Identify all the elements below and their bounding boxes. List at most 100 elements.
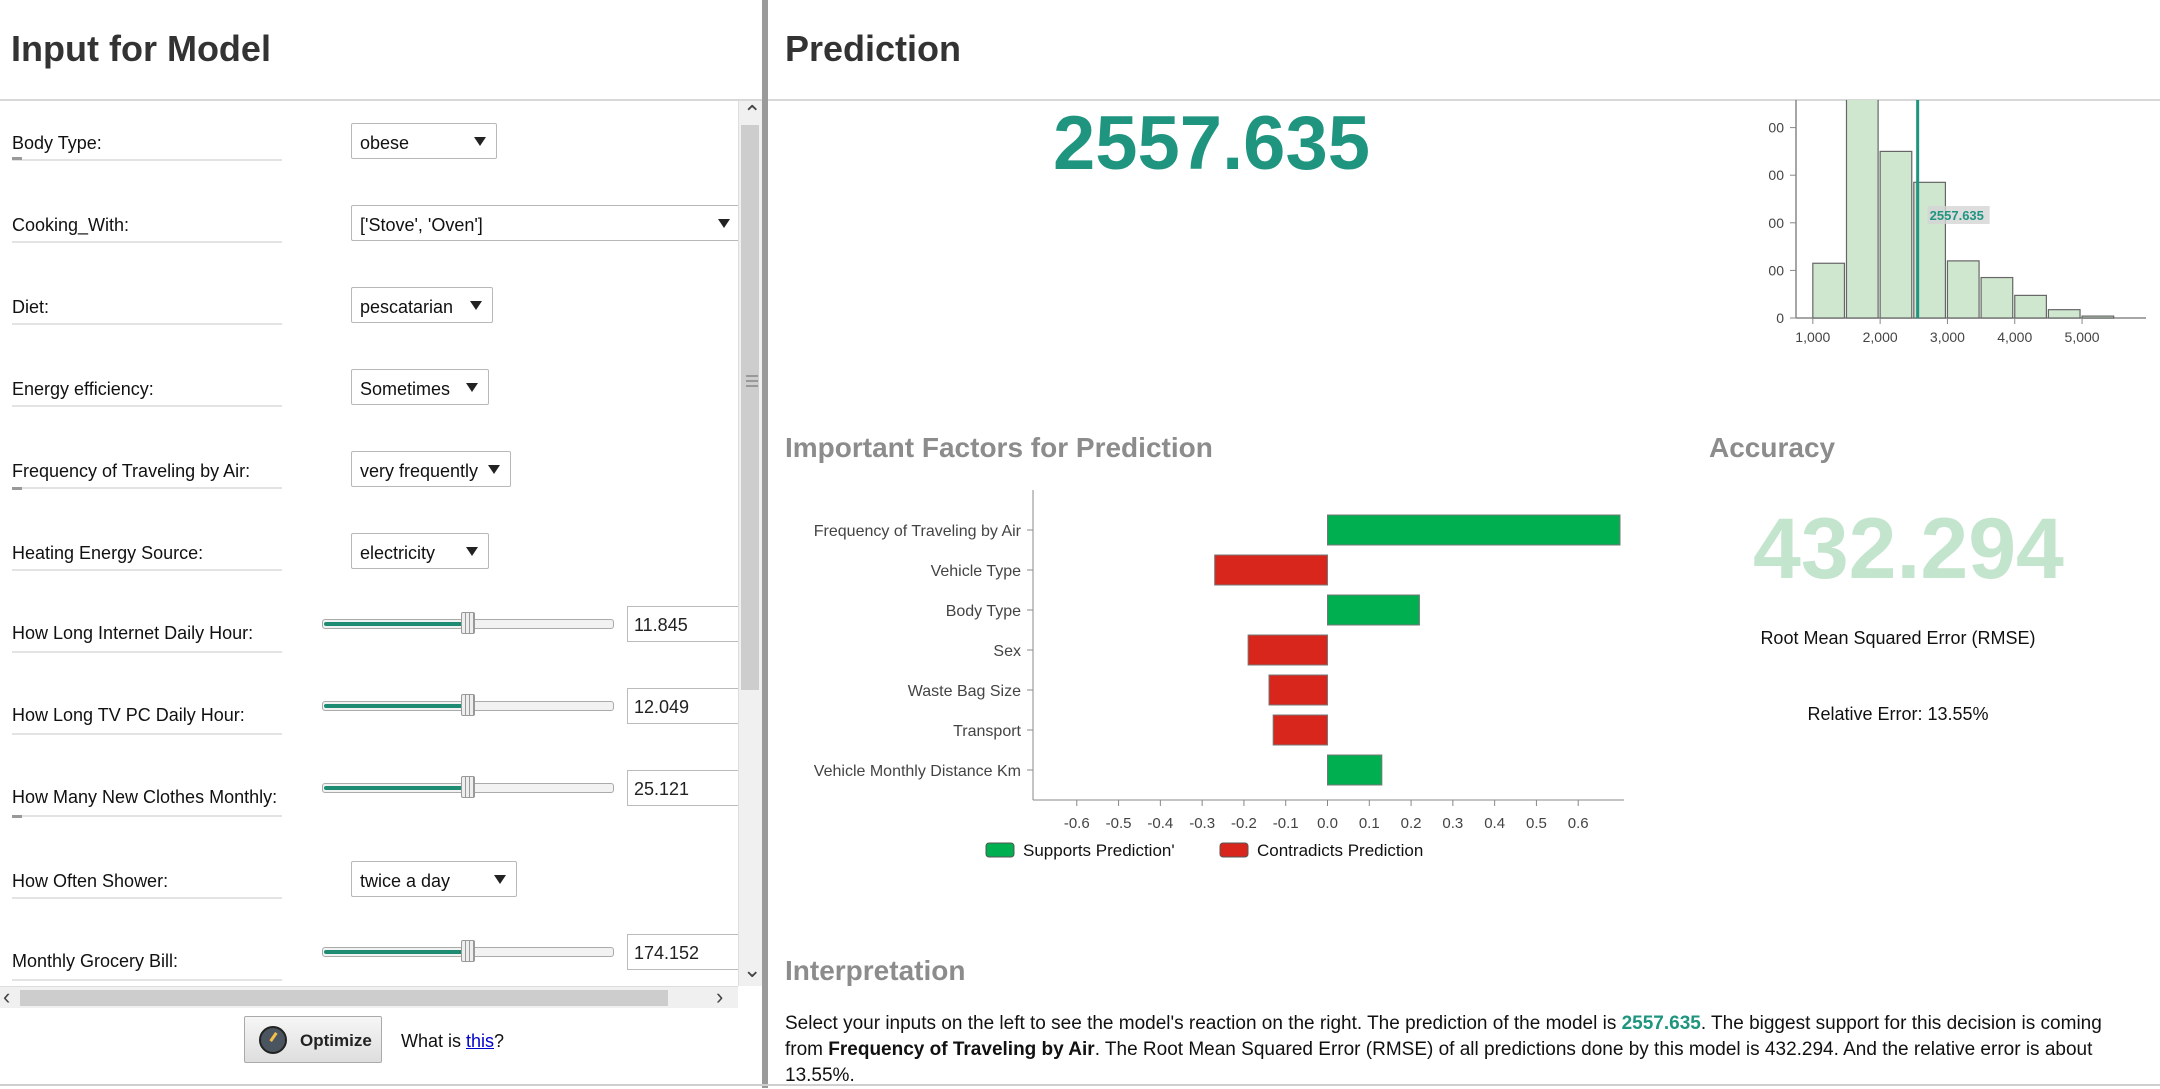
number-input[interactable]: 174.152	[627, 934, 738, 970]
select-value: twice a day	[360, 871, 451, 891]
hist-x-tick-label: 4,000	[1997, 329, 2032, 345]
hist-bar	[1879, 150, 1913, 319]
factors-svg: Frequency of Traveling by Air Vehicle Typ…	[814, 490, 1624, 860]
select-dropdown[interactable]: electricity	[351, 533, 489, 569]
legend-label-contradicts: Contradicts Prediction	[1257, 841, 1423, 860]
legend-swatch-contradicts	[1219, 842, 1249, 858]
slider-fill	[324, 950, 465, 954]
input-row: Monthly Grocery Bill: 174.152	[0, 921, 738, 986]
chevron-down-icon	[470, 301, 482, 310]
number-input[interactable]: 25.121	[627, 770, 738, 806]
field-label: Energy efficiency:	[12, 379, 154, 399]
scroll-down-icon[interactable]: ⌄	[743, 959, 761, 981]
factors-x-tick-label: -0.4	[1147, 815, 1173, 832]
vertical-scrollbar[interactable]: ⌃ ⌄	[738, 101, 762, 986]
chevron-down-icon	[488, 465, 500, 474]
hist-x-tick-label: 3,000	[1930, 329, 1965, 345]
field-label: How Long Internet Daily Hour:	[12, 623, 254, 643]
factors-x-tick-label: 0.6	[1568, 815, 1589, 832]
select-dropdown[interactable]: twice a day	[351, 861, 517, 897]
scroll-left-icon[interactable]: ‹	[3, 986, 10, 1008]
hist-bar	[1980, 276, 2014, 319]
input-row: Frequency of Traveling by Air: very frequ…	[0, 429, 738, 511]
prediction-value: 2557.635	[1053, 101, 1370, 186]
hist-bar	[2047, 309, 2081, 319]
hist-y-tick-label: 600	[1768, 167, 1784, 183]
support-bar	[1327, 594, 1420, 626]
field-label: How Often Shower:	[12, 871, 169, 891]
hist-x-tick-label: 1,000	[1795, 329, 1830, 345]
vertical-scroll-thumb[interactable]	[741, 125, 759, 690]
factors-x-tick-label: 0.3	[1442, 815, 1463, 832]
what-is-this-link[interactable]: this	[466, 1031, 494, 1051]
histogram-svg: 0 200 400 600 800 1,000 2,000 3,000 4,000 5,000 25…	[1768, 100, 2146, 345]
factors-title: Important Factors for Prediction	[785, 432, 1213, 463]
select-dropdown[interactable]: obese	[351, 123, 497, 159]
slider-thumb[interactable]	[461, 776, 475, 798]
hist-y-tick-label: 800	[1768, 120, 1784, 136]
factor-label: Frequency of Traveling by Air	[814, 523, 1022, 540]
slider-fill	[324, 622, 465, 626]
field-label: Monthly Grocery Bill:	[12, 951, 179, 971]
field-marker	[12, 487, 22, 490]
value-slider[interactable]	[322, 776, 614, 798]
input-form: Body Type: obese Cooking_With: ['Stove', 'O…	[0, 101, 738, 986]
value-slider[interactable]	[322, 612, 614, 634]
factor-label: Sex	[993, 643, 1021, 660]
field-underline	[12, 897, 282, 899]
support-bar	[1327, 754, 1383, 786]
scroll-up-icon[interactable]: ⌃	[743, 103, 761, 125]
field-underline	[12, 651, 282, 653]
factor-label: Body Type	[946, 603, 1021, 620]
number-input[interactable]: 11.845	[627, 606, 738, 642]
input-panel-title: Input for Model	[11, 28, 271, 69]
input-row: How Long Internet Daily Hour: 11.845	[0, 593, 738, 675]
scroll-right-icon[interactable]: ›	[716, 986, 723, 1008]
slider-thumb[interactable]	[461, 940, 475, 962]
field-label: How Long TV PC Daily Hour:	[12, 705, 245, 725]
chevron-down-icon	[466, 547, 478, 556]
relative-error: Relative Error: 13.55%	[1807, 704, 1989, 724]
select-dropdown[interactable]: ['Stove', 'Oven']	[351, 205, 738, 241]
factor-label: Transport	[953, 723, 1021, 740]
field-label: How Many New Clothes Monthly:	[12, 787, 278, 807]
input-row: Diet: pescatarian	[0, 265, 738, 347]
support-bar	[1327, 514, 1621, 546]
select-dropdown[interactable]: pescatarian	[351, 287, 493, 323]
gauge-icon	[259, 1026, 287, 1054]
contradict-bar	[1268, 674, 1328, 706]
interpretation-title: Interpretation	[785, 955, 966, 986]
select-dropdown[interactable]: very frequently	[351, 451, 511, 487]
number-input[interactable]: 12.049	[627, 688, 738, 724]
value-slider[interactable]	[322, 940, 614, 962]
factors-x-tick-label: -0.2	[1231, 815, 1257, 832]
slider-thumb[interactable]	[461, 694, 475, 716]
prediction-panel: Prediction 2557.635 0 200 400 600 800 1,000 2,…	[768, 0, 2160, 1088]
input-row: Cooking_With: ['Stove', 'Oven']	[0, 183, 738, 265]
value-slider[interactable]	[322, 694, 614, 716]
optimize-button[interactable]: Optimize	[244, 1016, 382, 1063]
hist-bar	[1946, 260, 1980, 319]
factors-x-tick-label: 0.0	[1317, 815, 1338, 832]
hist-x-tick-label: 5,000	[2065, 329, 2100, 345]
horizontal-scrollbar[interactable]: ‹ ›	[0, 986, 738, 1008]
factors-chart: Frequency of Traveling by Air Vehicle Typ…	[768, 490, 1648, 890]
interp-part: Select your inputs on the left to see th…	[785, 1013, 1622, 1034]
factor-label: Waste Bag Size	[908, 683, 1021, 700]
field-label: Heating Energy Source:	[12, 543, 204, 563]
field-label: Body Type:	[12, 133, 102, 153]
select-value: very frequently	[360, 461, 479, 481]
slider-thumb[interactable]	[461, 612, 475, 634]
divider	[0, 1084, 2160, 1086]
input-panel: Input for Model Body Type: obese Cooking_W…	[0, 0, 762, 1088]
input-row: How Often Shower: twice a day	[0, 839, 738, 921]
hist-bar	[2081, 315, 2115, 319]
hist-x-tick-label: 2,000	[1863, 329, 1898, 345]
chevron-down-icon	[494, 875, 506, 884]
chevron-down-icon	[466, 383, 478, 392]
accuracy-value: 432.294	[1753, 501, 2064, 597]
interpretation-text: Select your inputs on the left to see th…	[785, 1011, 2145, 1089]
select-dropdown[interactable]: Sometimes	[351, 369, 489, 405]
horizontal-scroll-thumb[interactable]	[20, 990, 668, 1006]
factors-x-tick-label: -0.5	[1106, 815, 1132, 832]
